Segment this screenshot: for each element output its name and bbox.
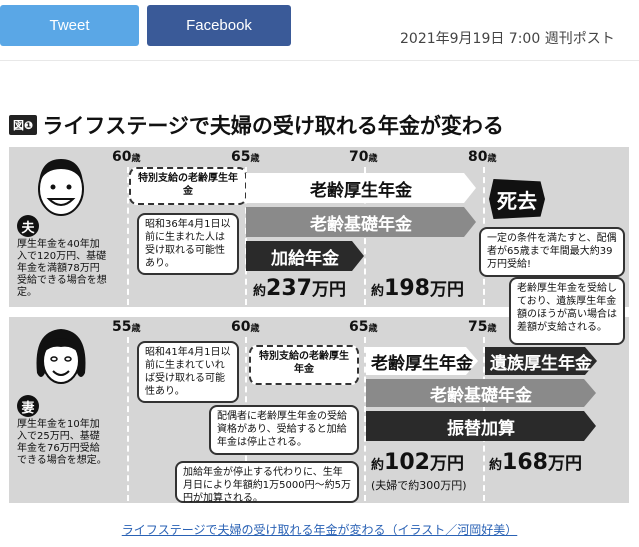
wife-face-icon	[36, 329, 86, 384]
age-line	[127, 337, 129, 501]
wife-note-furikae: 加給年金が停止する代わりに、生年月日により年額約1万5000円～約5万円が加算さ…	[175, 461, 359, 504]
figure-title-text: ライフステージで夫婦の受け取れる年金が変わる	[42, 114, 504, 138]
husband-note-special: 昭和36年4月1日以前に生まれた人は受け取れる可能性あり。	[137, 213, 239, 275]
wife-description: 厚生年金を10年加入で25万円、基礎年金を76万円受給できる場合を想定。	[17, 419, 107, 466]
husband-amount-70: 約198万円	[371, 276, 464, 301]
husband-bar-kakyu: 加給年金	[246, 241, 364, 271]
wife-bar-furikae: 振替加算	[366, 411, 596, 441]
wife-note-survivor: 老齢厚生年金を受給しており、遺族厚生年金額のほうが高い場合は差額が支給される。	[509, 277, 625, 345]
pension-figure[interactable]: 図❶ ライフステージで夫婦の受け取れる年金が変わる 60歳 65歳 70歳 80…	[6, 107, 633, 507]
wife-special-pension: 特別支給の老齢厚生年金	[249, 345, 359, 385]
couple-total: (夫婦で約300万円)	[371, 479, 467, 492]
wife-bar-kiso: 老齢基礎年金	[366, 379, 596, 407]
husband-note-death: 一定の条件を満たすと、配偶者が65歳まで年間最大約39万円受給!	[479, 227, 625, 277]
wife-note-suspend: 配偶者に老齢厚生年金の受給資格があり、受給すると加給年金は停止される。	[209, 405, 359, 455]
death-badge: 死去	[489, 179, 545, 219]
wife-note-special: 昭和41年4月1日以前に生まれていれば受け取れる可能性あり。	[137, 341, 239, 403]
figure-number: 図❶	[9, 115, 38, 135]
age-label: 55歳	[112, 319, 141, 335]
age-label: 70歳	[349, 149, 378, 165]
article-meta: 2021年9月19日 7:00 週刊ポスト	[400, 28, 615, 48]
age-label: 75歳	[468, 319, 497, 335]
age-line	[364, 337, 366, 501]
facebook-button[interactable]: Facebook	[147, 5, 291, 46]
husband-face-icon	[38, 159, 84, 216]
age-label: 65歳	[349, 319, 378, 335]
wife-bar-izoku: 遺族厚生年金	[485, 347, 597, 375]
age-label: 60歳	[231, 319, 260, 335]
age-label: 60歳	[112, 149, 141, 165]
wife-panel: 55歳 60歳 65歳 75歳 妻 厚生年金を10年加入で25万円、基礎年金を7…	[9, 277, 629, 504]
husband-amount-65: 約237万円	[253, 276, 346, 301]
husband-bar-kiso: 老齢基礎年金	[246, 207, 476, 237]
husband-special-pension: 特別支給の老齢厚生年金	[129, 167, 247, 205]
husband-description: 厚生年金を40年加入で120万円、基礎年金を満額78万円受給できる場合を想定。	[17, 239, 107, 298]
divider	[0, 60, 639, 61]
publish-date: 2021年9月19日 7:00	[400, 31, 541, 47]
wife-bar-kousei: 老齢厚生年金	[366, 347, 478, 375]
figure-caption-link[interactable]: ライフステージで夫婦の受け取れる年金が変わる（イラスト／河岡好美）	[0, 521, 639, 538]
husband-badge: 夫	[17, 215, 39, 237]
husband-bar-kousei: 老齢厚生年金	[246, 173, 476, 203]
figure-title: 図❶ ライフステージで夫婦の受け取れる年金が変わる	[9, 110, 504, 140]
wife-amount-65: 約102万円	[371, 450, 464, 475]
age-label: 80歳	[468, 149, 497, 165]
tweet-button[interactable]: Tweet	[0, 5, 139, 46]
source-name: 週刊ポスト	[544, 31, 615, 47]
wife-badge: 妻	[17, 395, 39, 417]
wife-amount-75: 約168万円	[489, 450, 582, 475]
age-label: 65歳	[231, 149, 260, 165]
